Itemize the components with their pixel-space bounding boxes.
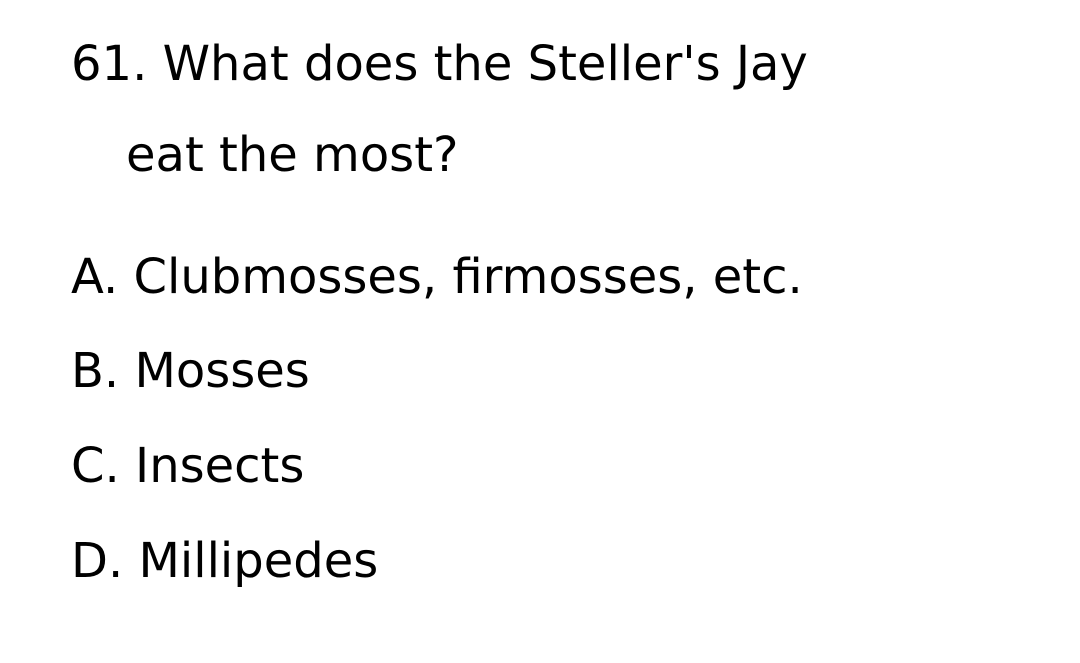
option-b[interactable]: B. Mosses (71, 347, 310, 395)
question-text-line-2: eat the most? (126, 127, 459, 183)
option-a[interactable]: A. Clubmosses, firmosses, etc. (71, 253, 803, 301)
option-c[interactable]: C. Insects (71, 442, 304, 490)
question-text-line-1: 61. What does the Steller's Jay (71, 36, 808, 92)
option-d[interactable]: D. Millipedes (71, 537, 378, 585)
